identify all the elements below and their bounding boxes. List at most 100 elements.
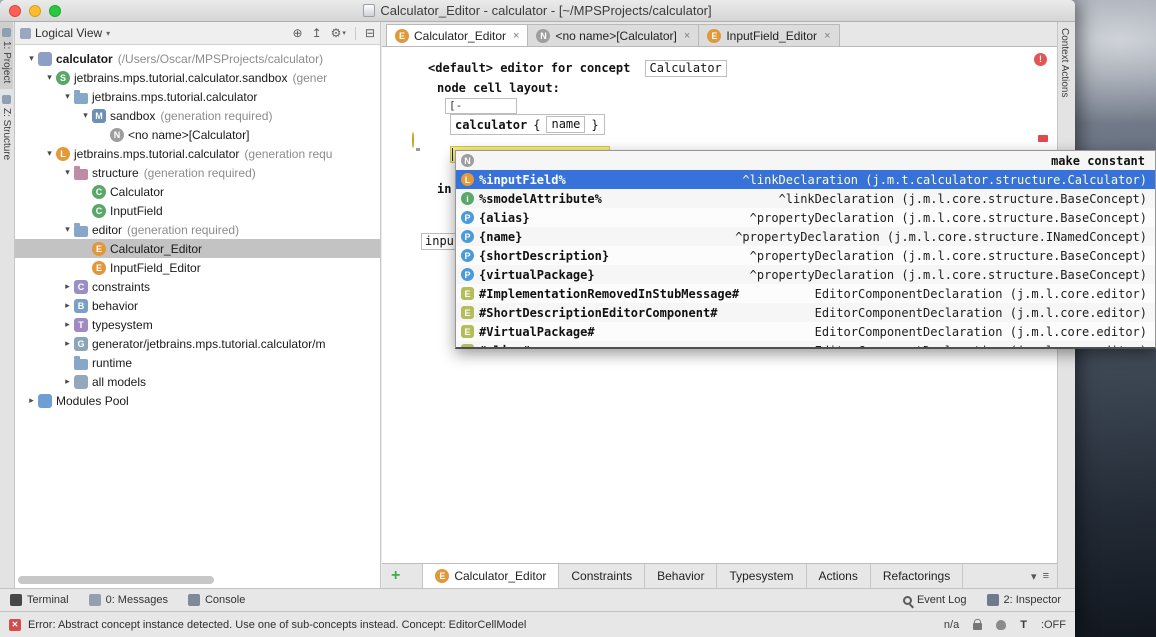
tree-toggle-icon[interactable]: ▾: [43, 72, 56, 83]
tree-item-modules-pool[interactable]: ▸Modules Pool: [15, 391, 380, 410]
generator-icon: G: [74, 337, 88, 351]
aspect-tab-typesystem[interactable]: Typesystem: [717, 564, 806, 588]
tree-toggle-icon[interactable]: ▸: [61, 376, 74, 387]
tree-item-inputfield[interactable]: CInputField: [15, 201, 380, 220]
gear-icon[interactable]: ⚙▾: [331, 26, 346, 40]
dock-tab-context-actions[interactable]: Context Actions: [1058, 22, 1071, 103]
caret-position-indicator[interactable]: n/a: [944, 619, 959, 631]
completion-item-smodelattribute[interactable]: i%smodelAttribute%^linkDeclaration (j.m.…: [456, 189, 1155, 208]
tree-item-inputfield-editor[interactable]: EInputField_Editor: [15, 258, 380, 277]
tree-item-typesystem[interactable]: ▸Ttypesystem: [15, 315, 380, 334]
tree-item-runtime[interactable]: runtime: [15, 353, 380, 372]
aspect-tab-behavior[interactable]: Behavior: [645, 564, 717, 588]
chevron-down-icon[interactable]: ▾: [1031, 570, 1037, 583]
toolwindow-button-0-messages[interactable]: 0: Messages: [89, 594, 168, 606]
completion-item-inputfield[interactable]: L%inputField%^linkDeclaration (j.m.t.cal…: [456, 170, 1155, 189]
dock-tab-1-project[interactable]: 1: Project: [0, 22, 13, 89]
aspect-tab-label: Refactorings: [883, 569, 950, 583]
tree-item-jetbrains-mps-tutorial-calculator[interactable]: ▾Ljetbrains.mps.tutorial.calculator(gene…: [15, 144, 380, 163]
project-horizontal-scrollbar[interactable]: [18, 576, 214, 584]
close-tab-icon[interactable]: ×: [684, 30, 690, 42]
completion-item-virtualpackage[interactable]: P{virtualPackage}^propertyDeclaration (j…: [456, 265, 1155, 284]
tree-toggle-icon[interactable]: ▸: [61, 338, 74, 349]
completion-item-shortdescriptioneditorcomponent[interactable]: E#ShortDescriptionEditorComponent#Editor…: [456, 303, 1155, 322]
titlebar[interactable]: Calculator_Editor - calculator - [~/MPSP…: [0, 0, 1075, 22]
tree-toggle-icon[interactable]: ▾: [61, 167, 74, 178]
tree-item-calculator[interactable]: CCalculator: [15, 182, 380, 201]
input-cell-fragment[interactable]: inpu: [421, 233, 456, 250]
completion-item-shortdescription[interactable]: P{shortDescription}^propertyDeclaration …: [456, 246, 1155, 265]
editor-tab-inputfield-editor[interactable]: EInputField_Editor×: [698, 24, 839, 46]
add-button[interactable]: +: [391, 568, 400, 584]
tree-item-calculator[interactable]: ▾calculator(/Users/Oscar/MPSProjects/cal…: [15, 49, 380, 68]
toolwindow-button-2-inspector[interactable]: 2: Inspector: [987, 594, 1061, 606]
calculator-keyword-cell[interactable]: calculator: [455, 118, 527, 132]
collapse-all-icon[interactable]: ↥: [312, 26, 322, 40]
tree-item-structure[interactable]: ▾structure(generation required): [15, 163, 380, 182]
status-error-icon: ✕: [9, 619, 21, 631]
calculator-cell-row[interactable]: calculator { name }: [450, 114, 605, 135]
error-indicator-icon[interactable]: !: [1034, 53, 1047, 66]
concept-ref-cell[interactable]: Calculator: [645, 60, 727, 77]
aspect-tab-refactorings[interactable]: Refactorings: [871, 564, 963, 588]
dock-tab-z-structure[interactable]: Z: Structure: [0, 89, 13, 166]
menu-icon[interactable]: ≡: [1043, 570, 1049, 582]
tree-item-editor[interactable]: ▾editor(generation required): [15, 220, 380, 239]
tree-item-suffix: (generation required): [160, 109, 272, 123]
tree-item-calculator-editor[interactable]: ECalculator_Editor: [15, 239, 380, 258]
aspect-tab-actions[interactable]: Actions: [807, 564, 871, 588]
hide-panel-icon[interactable]: ⊟: [365, 26, 375, 40]
intention-bulb-icon[interactable]: [412, 132, 414, 148]
name-property-cell[interactable]: name: [546, 116, 585, 133]
tree-toggle-icon[interactable]: ▸: [61, 300, 74, 311]
completion-item-implementationremovedinstubmessage[interactable]: E#ImplementationRemovedInStubMessage#Edi…: [456, 284, 1155, 303]
toolwindow-button-event-log[interactable]: Event Log: [903, 594, 967, 606]
collapse-all-icon-glyph: ↥: [312, 26, 322, 40]
tree-toggle-icon[interactable]: ▾: [43, 148, 56, 159]
close-tab-icon[interactable]: ×: [824, 30, 830, 42]
tree-toggle-icon[interactable]: ▾: [61, 91, 74, 102]
collapse-cell[interactable]: [-: [445, 98, 517, 114]
tree-item-label: behavior: [92, 299, 138, 313]
scroll-from-source-icon[interactable]: ⊕: [293, 26, 303, 40]
tree-toggle-icon[interactable]: ▸: [61, 281, 74, 292]
tree-toggle-icon[interactable]: ▸: [61, 319, 74, 330]
completion-item-alias[interactable]: P{alias}^propertyDeclaration (j.m.l.core…: [456, 208, 1155, 227]
tree-item-generator-jetbrains-mps-tutorial-calculator-m[interactable]: ▸Ggenerator/jetbrains.mps.tutorial.calcu…: [15, 334, 380, 353]
toolwindow-button-label: Terminal: [27, 594, 69, 606]
toolwindow-button-terminal[interactable]: Terminal: [10, 594, 69, 606]
completion-item-type: ^linkDeclaration (j.m.t.calculator.struc…: [742, 173, 1147, 187]
tree-toggle-icon[interactable]: ▸: [25, 395, 38, 406]
editor-component-icon: E: [461, 325, 474, 338]
aspect-tab-calculator-editor[interactable]: ECalculator_Editor: [422, 564, 559, 588]
tree-item-sandbox[interactable]: ▾Msandbox(generation required): [15, 106, 380, 125]
tree-item-jetbrains-mps-tutorial-calculator-sandbox[interactable]: ▾Sjetbrains.mps.tutorial.calculator.sand…: [15, 68, 380, 87]
tree-item-label: calculator: [56, 52, 113, 66]
folder-icon: [74, 93, 88, 104]
completion-item-name[interactable]: P{name}^propertyDeclaration (j.m.l.core.…: [456, 227, 1155, 246]
editor-tab-no-name-calculator[interactable]: N<no name>[Calculator]×: [527, 24, 699, 46]
tree-item-jetbrains-mps-tutorial-calculator[interactable]: ▾jetbrains.mps.tutorial.calculator: [15, 87, 380, 106]
completion-item-virtualpackage[interactable]: E#VirtualPackage#EditorComponentDeclarat…: [456, 322, 1155, 341]
messages-icon: [89, 594, 101, 606]
tree-toggle-icon[interactable]: ▾: [61, 224, 74, 235]
highlighting-level-icon[interactable]: [996, 620, 1006, 630]
editor-tab-calculator-editor[interactable]: ECalculator_Editor×: [386, 24, 528, 46]
aspect-tab-constraints[interactable]: Constraints: [559, 564, 645, 588]
toolwindow-button-console[interactable]: Console: [188, 594, 245, 606]
tree-toggle-icon[interactable]: ▾: [25, 53, 38, 64]
completion-item-label: #alias#: [479, 344, 530, 350]
close-tab-icon[interactable]: ×: [513, 30, 519, 42]
tree-item-no-name-calculator[interactable]: N<no name>[Calculator]: [15, 125, 380, 144]
tree-toggle-icon[interactable]: ▾: [79, 110, 92, 121]
editor-aspect-icon: [74, 226, 88, 237]
completion-item-alias[interactable]: E#alias#EditorComponentDeclaration (j.m.…: [456, 341, 1155, 349]
window-title-area: Calculator_Editor - calculator - [~/MPSP…: [0, 0, 1075, 21]
lock-icon[interactable]: [973, 623, 982, 630]
tree-item-behavior[interactable]: ▸Bbehavior: [15, 296, 380, 315]
tree-item-all-models[interactable]: ▸all models: [15, 372, 380, 391]
error-stripe-mark[interactable]: [1038, 135, 1048, 142]
view-selector[interactable]: Logical View ▾: [20, 26, 110, 40]
tree-item-constraints[interactable]: ▸Cconstraints: [15, 277, 380, 296]
typing-indicator[interactable]: T: [1020, 619, 1027, 631]
